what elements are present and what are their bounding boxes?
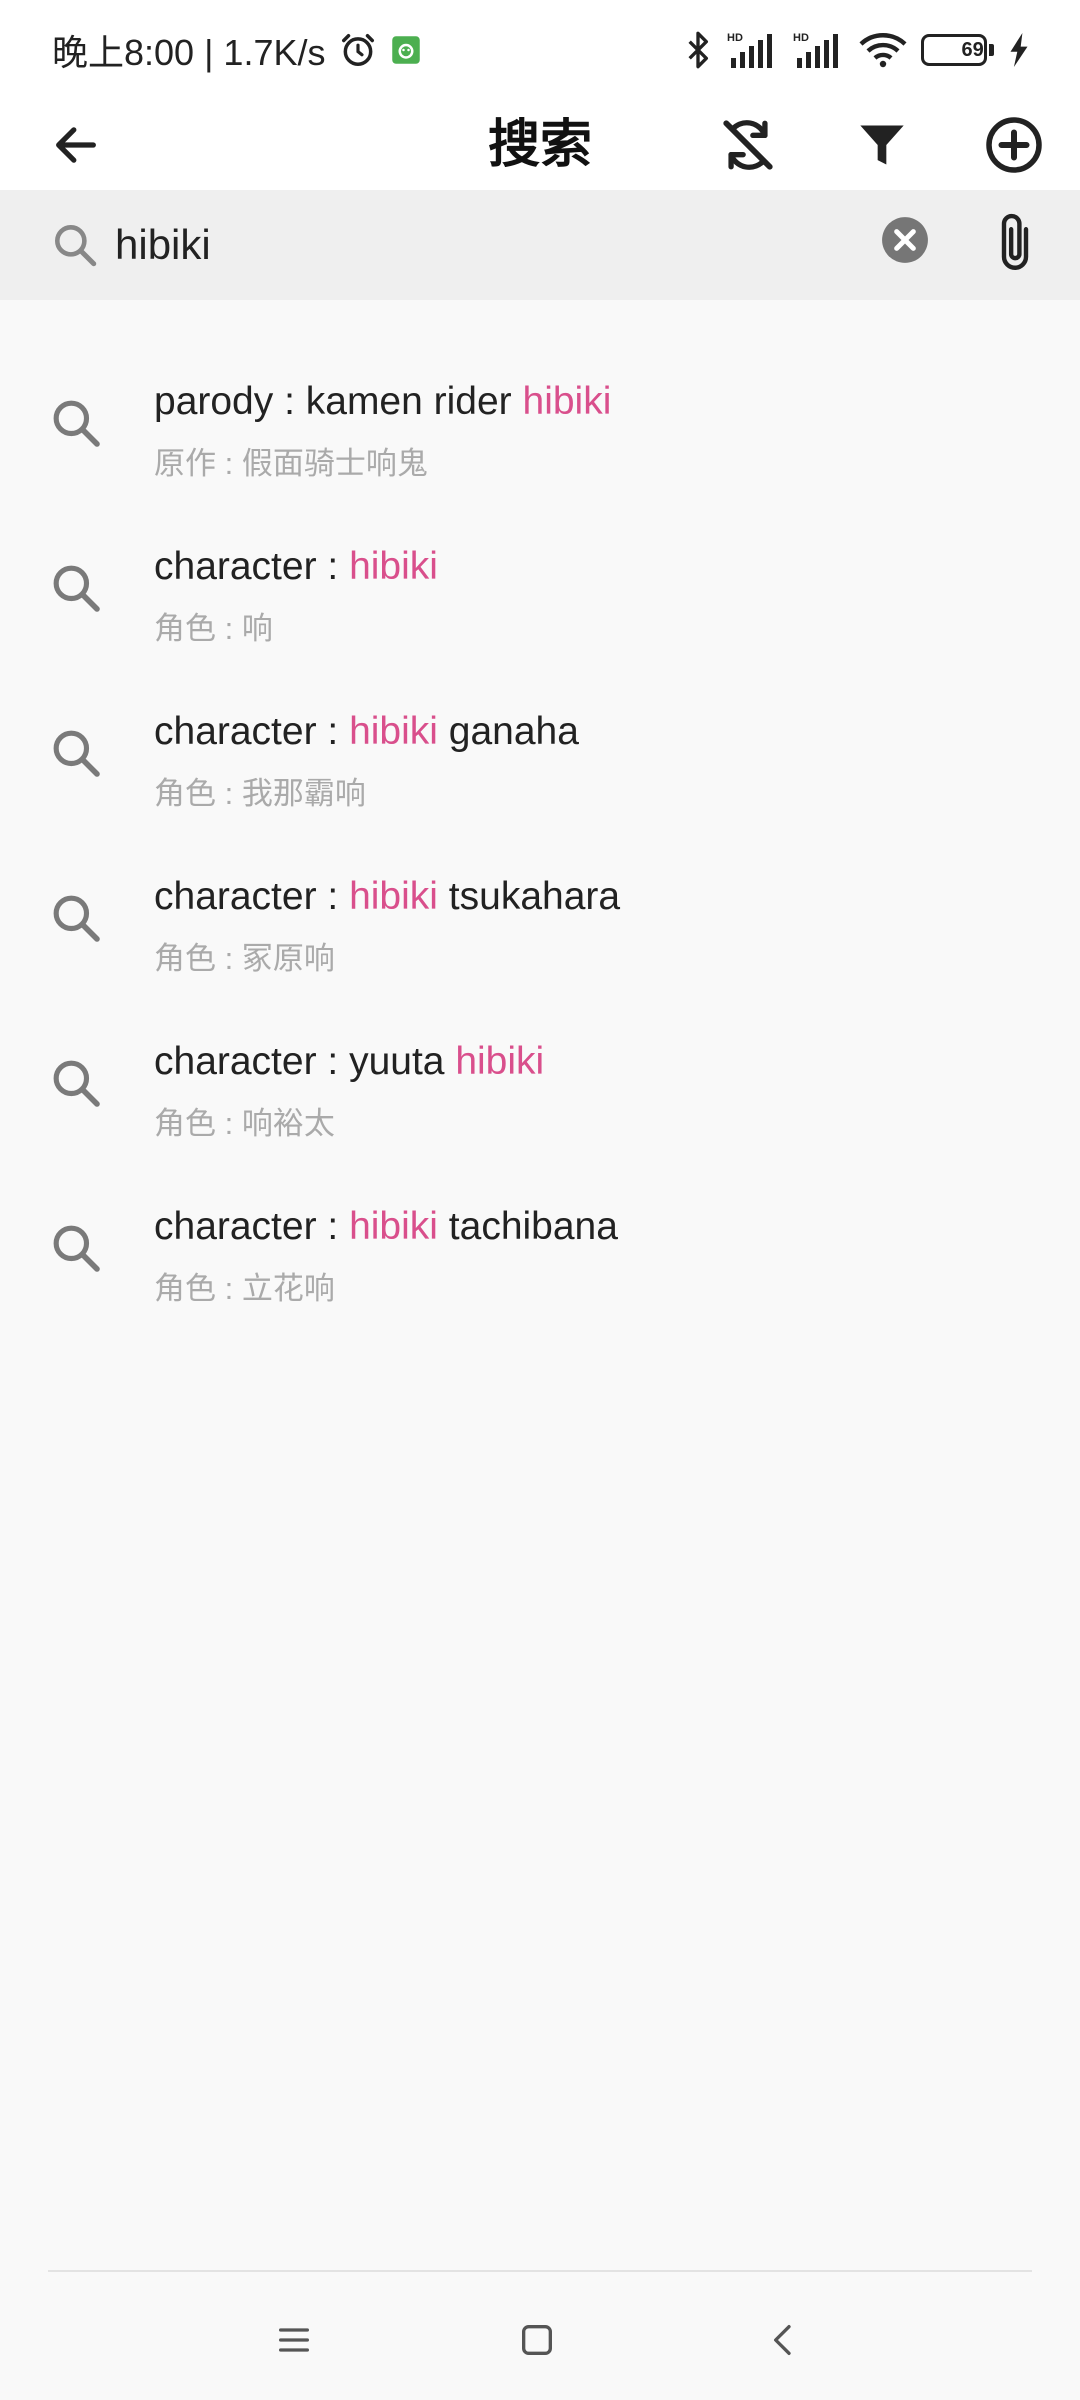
bluetooth-icon [683, 30, 713, 70]
battery-icon: 69 [921, 34, 994, 66]
add-circle-icon [986, 117, 1042, 173]
home-square-icon [522, 2325, 552, 2355]
signal-hd-icon: HD [727, 30, 779, 70]
suggestion-translation: 角色 : 响裕太 [154, 1106, 335, 1141]
back-arrow-icon [56, 127, 96, 163]
sync-off-icon [723, 120, 773, 170]
tag-prefix: parody : kamen rider [154, 380, 523, 423]
tag-prefix: character : [154, 875, 350, 918]
svg-text:HD: HD [727, 32, 743, 44]
search-icon [53, 1060, 100, 1107]
tag-prefix: character : [154, 545, 350, 588]
suggestion-item[interactable]: character : hibiki tsukahara 角色 : 冢原响 [0, 830, 1080, 995]
charging-icon [1008, 33, 1030, 67]
tag-match: hibiki [349, 545, 438, 588]
app-notification-icon [391, 35, 421, 65]
sync-off-button[interactable] [718, 115, 778, 175]
status-bar: 晚上8:00 | 1.7K/s HD HD 69 [0, 0, 1080, 100]
recents-button[interactable] [264, 2310, 324, 2370]
menu-icon [279, 2328, 309, 2352]
search-input[interactable] [115, 210, 855, 280]
search-icon [53, 1225, 100, 1272]
nav-back-button[interactable] [754, 2310, 814, 2370]
tag-prefix: character : yuuta [154, 1040, 456, 1083]
tag-match: hibiki [522, 380, 612, 423]
page-title: 搜索 [487, 116, 592, 174]
back-chevron-icon [774, 2325, 791, 2355]
suggestion-tag: character : hibiki [154, 545, 438, 589]
attach-button[interactable] [990, 210, 1040, 276]
battery: 69 [921, 34, 987, 66]
search-icon [53, 400, 100, 447]
suggestion-item[interactable]: parody : kamen rider hibiki 原作 : 假面骑士响鬼 [0, 335, 1080, 500]
suggestion-tag: parody : kamen rider hibiki [154, 380, 611, 424]
suggestion-translation: 原作 : 假面骑士响鬼 [154, 446, 428, 481]
tag-match: hibiki [455, 1040, 545, 1083]
search-bar [0, 190, 1080, 300]
signal-hd-icon: HD [793, 30, 845, 70]
tag-suffix: tachibana [437, 1205, 618, 1248]
home-button[interactable] [507, 2310, 567, 2370]
filter-button[interactable] [852, 115, 912, 175]
back-button[interactable] [46, 115, 106, 175]
suggestion-tag: character : yuuta hibiki [154, 1040, 544, 1084]
search-icon [53, 895, 100, 942]
tag-match: hibiki [349, 875, 438, 918]
status-left: 晚上8:00 | 1.7K/s [52, 24, 421, 76]
search-icon [53, 565, 100, 612]
battery-tip [989, 44, 994, 56]
paperclip-icon [1001, 213, 1029, 270]
tag-suffix: tsukahara [437, 875, 621, 918]
suggestion-item[interactable]: character : hibiki tachibana 角色 : 立花响 [0, 1160, 1080, 1325]
tag-suffix: ganaha [437, 710, 579, 753]
suggestion-tag: character : hibiki ganaha [154, 710, 579, 754]
tag-prefix: character : [154, 1205, 350, 1248]
app-bar: 搜索 [0, 100, 1080, 190]
search-icon [53, 730, 100, 777]
system-nav-bar [0, 2272, 1080, 2400]
clear-icon [882, 217, 928, 263]
suggestion-item[interactable]: character : yuuta hibiki 角色 : 响裕太 [0, 995, 1080, 1160]
suggestion-item[interactable]: character : hibiki 角色 : 响 [0, 500, 1080, 665]
tag-match: hibiki [349, 1205, 438, 1248]
svg-text:HD: HD [793, 32, 809, 44]
battery-level: 69 [961, 38, 984, 61]
tag-prefix: character : [154, 710, 350, 753]
alarm-icon [339, 31, 377, 69]
add-button[interactable] [984, 115, 1044, 175]
status-time-speed: 晚上8:00 | 1.7K/s [52, 32, 326, 73]
status-right: HD HD 69 [683, 30, 1030, 70]
clear-search-button[interactable] [880, 215, 930, 265]
suggestion-tag: character : hibiki tachibana [154, 1205, 618, 1249]
suggestion-tag: character : hibiki tsukahara [154, 875, 620, 919]
tag-match: hibiki [349, 710, 438, 753]
screen: 晚上8:00 | 1.7K/s HD HD 69 搜索 hibiki parod… [0, 0, 1080, 2400]
suggestion-translation: 角色 : 冢原响 [154, 941, 335, 976]
suggestion-translation: 角色 : 我那霸响 [154, 776, 366, 811]
search-icon [55, 225, 97, 267]
suggestion-list: parody : kamen rider hibiki 原作 : 假面骑士响鬼 … [0, 335, 1080, 1325]
suggestion-translation: 角色 : 响 [154, 611, 273, 646]
suggestion-translation: 角色 : 立花响 [154, 1271, 335, 1306]
wifi-icon [859, 32, 907, 68]
filter-icon [860, 125, 904, 165]
suggestion-item[interactable]: character : hibiki ganaha 角色 : 我那霸响 [0, 665, 1080, 830]
